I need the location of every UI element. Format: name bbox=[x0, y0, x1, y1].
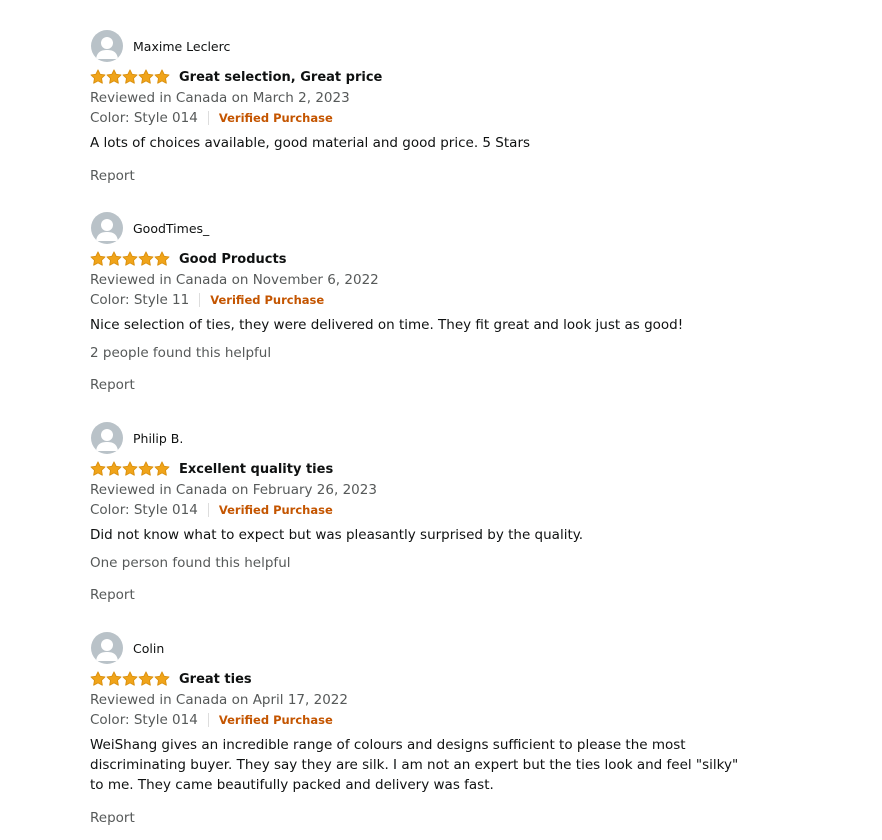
report-link[interactable]: Report bbox=[90, 375, 790, 395]
star-icon bbox=[90, 461, 106, 476]
review-format-row: Color: Style 014 Verified Purchase bbox=[90, 711, 790, 729]
verified-purchase-badge[interactable]: Verified Purchase bbox=[210, 293, 324, 307]
star-icon bbox=[90, 671, 106, 686]
report-link[interactable]: Report bbox=[90, 808, 790, 828]
reviewer-name[interactable]: Maxime Leclerc bbox=[133, 39, 230, 54]
review-title-row: Excellent quality ties bbox=[90, 459, 790, 479]
review-item: Colin Great ties Reviewed in Canada on A… bbox=[90, 632, 790, 828]
product-variant[interactable]: Color: Style 11 bbox=[90, 292, 189, 308]
review-title[interactable]: Excellent quality ties bbox=[179, 462, 333, 477]
star-icon bbox=[138, 671, 154, 686]
star-icon bbox=[154, 251, 170, 266]
review-body: WeiShang gives an incredible range of co… bbox=[90, 737, 739, 793]
star-icon bbox=[122, 461, 138, 476]
verified-purchase-badge[interactable]: Verified Purchase bbox=[219, 503, 333, 517]
review-body: Nice selection of ties, they were delive… bbox=[90, 317, 684, 333]
review-date: Reviewed in Canada on April 17, 2022 bbox=[90, 692, 348, 708]
review-format-row: Color: Style 11 Verified Purchase bbox=[90, 291, 790, 309]
review-date: Reviewed in Canada on March 2, 2023 bbox=[90, 90, 350, 106]
review-title[interactable]: Good Products bbox=[179, 252, 286, 267]
divider bbox=[199, 293, 201, 307]
review-title-row: Great selection, Great price bbox=[90, 67, 790, 87]
divider bbox=[207, 503, 209, 517]
avatar-icon bbox=[91, 212, 123, 244]
reviewer-profile[interactable]: Colin bbox=[90, 632, 790, 664]
review-title-row: Great ties bbox=[90, 669, 790, 689]
star-icon bbox=[138, 251, 154, 266]
reviewer-name[interactable]: Philip B. bbox=[133, 431, 183, 446]
helpful-count: One person found this helpful bbox=[90, 555, 291, 571]
star-icon bbox=[106, 251, 122, 266]
star-icon bbox=[154, 69, 170, 84]
review-title-row: Good Products bbox=[90, 249, 790, 269]
divider bbox=[207, 713, 209, 727]
review-date: Reviewed in Canada on November 6, 2022 bbox=[90, 272, 379, 288]
avatar-icon bbox=[91, 632, 123, 664]
review-format-row: Color: Style 014 Verified Purchase bbox=[90, 109, 790, 127]
review-title[interactable]: Great ties bbox=[179, 672, 252, 687]
star-icon bbox=[106, 69, 122, 84]
review-item: GoodTimes_ Good Products Reviewed in Can… bbox=[90, 212, 790, 395]
star-rating[interactable] bbox=[90, 251, 170, 267]
star-icon bbox=[122, 251, 138, 266]
star-icon bbox=[90, 251, 106, 266]
star-rating[interactable] bbox=[90, 69, 170, 85]
review-title[interactable]: Great selection, Great price bbox=[179, 70, 382, 85]
verified-purchase-badge[interactable]: Verified Purchase bbox=[219, 713, 333, 727]
reviewer-name[interactable]: GoodTimes_ bbox=[133, 221, 209, 236]
reviewer-profile[interactable]: Philip B. bbox=[90, 422, 790, 454]
star-icon bbox=[90, 69, 106, 84]
avatar-icon bbox=[91, 422, 123, 454]
star-icon bbox=[154, 671, 170, 686]
star-icon bbox=[138, 461, 154, 476]
verified-purchase-badge[interactable]: Verified Purchase bbox=[219, 111, 333, 125]
helpful-count: 2 people found this helpful bbox=[90, 345, 272, 361]
reviewer-name[interactable]: Colin bbox=[133, 641, 164, 656]
reviewer-profile[interactable]: GoodTimes_ bbox=[90, 212, 790, 244]
product-variant[interactable]: Color: Style 014 bbox=[90, 712, 198, 728]
review-body: A lots of choices available, good materi… bbox=[90, 135, 531, 151]
product-variant[interactable]: Color: Style 014 bbox=[90, 502, 198, 518]
star-icon bbox=[138, 69, 154, 84]
star-icon bbox=[106, 671, 122, 686]
product-variant[interactable]: Color: Style 014 bbox=[90, 110, 198, 126]
review-format-row: Color: Style 014 Verified Purchase bbox=[90, 501, 790, 519]
review-item: Philip B. Excellent quality ties Reviewe… bbox=[90, 422, 790, 605]
review-body: Did not know what to expect but was plea… bbox=[90, 527, 584, 543]
review-date: Reviewed in Canada on February 26, 2023 bbox=[90, 482, 377, 498]
report-link[interactable]: Report bbox=[90, 166, 790, 186]
review-item: Maxime Leclerc Great selection, Great pr… bbox=[90, 30, 790, 186]
star-rating[interactable] bbox=[90, 671, 170, 687]
star-icon bbox=[106, 461, 122, 476]
star-rating[interactable] bbox=[90, 461, 170, 477]
star-icon bbox=[122, 671, 138, 686]
star-icon bbox=[154, 461, 170, 476]
report-link[interactable]: Report bbox=[90, 585, 790, 605]
divider bbox=[207, 111, 209, 125]
reviewer-profile[interactable]: Maxime Leclerc bbox=[90, 30, 790, 62]
star-icon bbox=[122, 69, 138, 84]
avatar-icon bbox=[91, 30, 123, 62]
